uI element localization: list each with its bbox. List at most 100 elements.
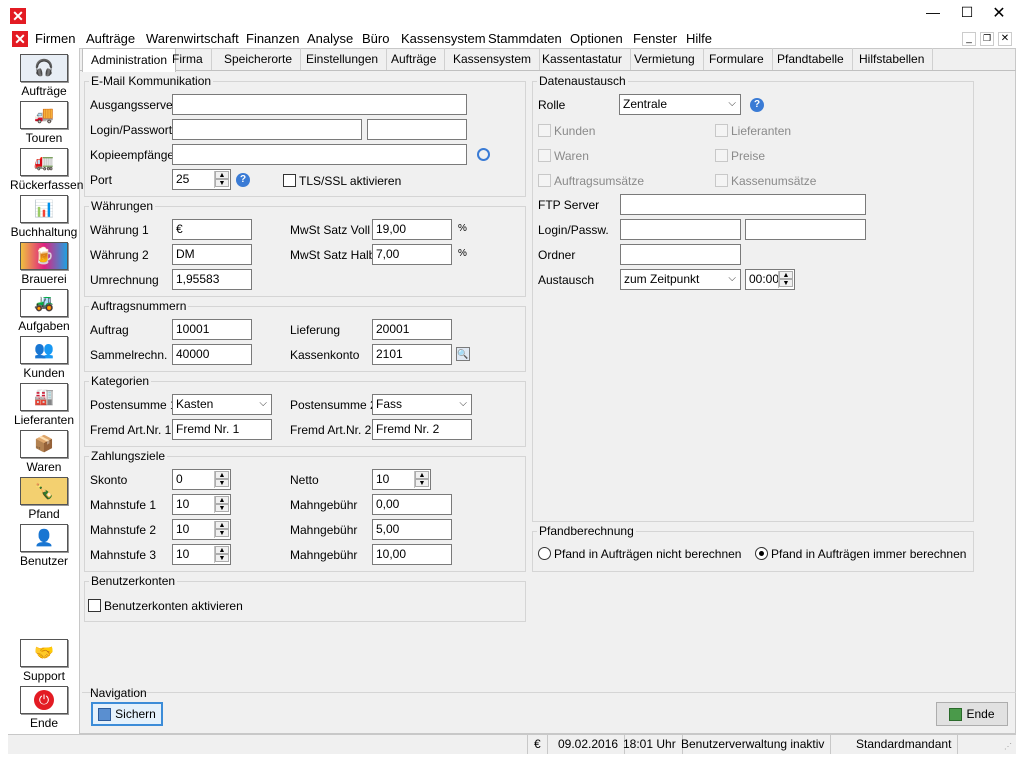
netto-stepper-arrows[interactable]: ▲ ▼ xyxy=(414,471,429,488)
tab-auftraege[interactable]: Aufträge xyxy=(383,48,446,70)
till-sales-checkbox[interactable] xyxy=(715,174,728,187)
foreign1-input[interactable]: Fremd Nr. 1 xyxy=(172,419,272,440)
tab-kassensystem[interactable]: Kassensystem xyxy=(445,48,541,70)
sidebar-item-waren[interactable]: 📦 Waren xyxy=(10,430,78,476)
ftp-password-input[interactable] xyxy=(745,219,866,240)
menu-item-kassensystem[interactable]: Kassensystem xyxy=(401,31,486,46)
sidebar-item-ende[interactable]: ⏻ Ende xyxy=(10,686,78,732)
server-input[interactable] xyxy=(172,94,467,115)
port-stepper[interactable]: 25 ▲ ▼ xyxy=(172,169,231,190)
fee2-input[interactable]: 5,00 xyxy=(372,519,452,540)
arrow-down-icon[interactable]: ▼ xyxy=(215,504,229,512)
dun2-stepper-arrows[interactable]: ▲ ▼ xyxy=(214,521,229,538)
tab-einstellungen[interactable]: Einstellungen xyxy=(298,48,388,70)
sidebar-item-kunden[interactable]: 👥 Kunden xyxy=(10,336,78,382)
fee3-input[interactable]: 10,00 xyxy=(372,544,452,565)
arrow-up-icon[interactable]: ▲ xyxy=(779,271,793,279)
password-input[interactable] xyxy=(367,119,467,140)
end-button[interactable]: Ende xyxy=(936,702,1008,726)
circle-status-icon[interactable] xyxy=(477,148,490,161)
vat-full-input[interactable]: 19,00 xyxy=(372,219,452,240)
help-icon[interactable]: ? xyxy=(750,98,764,112)
customers-checkbox[interactable] xyxy=(538,124,551,137)
till-input[interactable]: 2101 xyxy=(372,344,452,365)
sidebar-item-buchhaltung[interactable]: 📊 Buchhaltung xyxy=(10,195,78,241)
role-select[interactable]: Zentrale ⌵ xyxy=(619,94,741,115)
tab-hilfstabellen[interactable]: Hilfstabellen xyxy=(851,48,934,70)
mdi-minimize-button[interactable]: _ xyxy=(962,32,976,46)
help-icon[interactable]: ? xyxy=(236,173,250,187)
sidebar-item-rueckerfassen[interactable]: 🚛 Rückerfassen xyxy=(10,148,83,194)
netto-stepper[interactable]: 10 ▲ ▼ xyxy=(372,469,431,490)
arrow-down-icon[interactable]: ▼ xyxy=(779,279,793,287)
arrow-down-icon[interactable]: ▼ xyxy=(215,179,229,187)
arrow-up-icon[interactable]: ▲ xyxy=(215,521,229,529)
arrow-up-icon[interactable]: ▲ xyxy=(215,496,229,504)
menu-item-hilfe[interactable]: Hilfe xyxy=(686,31,712,46)
tab-formulare[interactable]: Formulare xyxy=(701,48,773,70)
arrow-down-icon[interactable]: ▼ xyxy=(215,554,229,562)
menu-item-stammdaten[interactable]: Stammdaten xyxy=(488,31,562,46)
port-stepper-arrows[interactable]: ▲ ▼ xyxy=(214,171,229,188)
skonto-stepper[interactable]: 0 ▲ ▼ xyxy=(172,469,231,490)
arrow-down-icon[interactable]: ▼ xyxy=(215,479,229,487)
menu-item-fenster[interactable]: Fenster xyxy=(633,31,677,46)
folder-input[interactable] xyxy=(620,244,741,265)
sidebar-item-brauerei[interactable]: 🍺 Brauerei xyxy=(10,242,78,288)
sidebar-item-benutzer[interactable]: 👤 Benutzer xyxy=(10,524,78,570)
ftp-login-input[interactable] xyxy=(620,219,741,240)
arrow-up-icon[interactable]: ▲ xyxy=(215,171,229,179)
lookup-icon[interactable]: 🔍 xyxy=(456,347,470,361)
tab-pfandtabelle[interactable]: Pfandtabelle xyxy=(769,48,853,70)
cc-input[interactable] xyxy=(172,144,467,165)
menu-item-warenwirtschaft[interactable]: Warenwirtschaft xyxy=(146,31,239,46)
sidebar-item-lieferanten[interactable]: 🏭 Lieferanten xyxy=(10,383,78,429)
order-input[interactable]: 10001 xyxy=(172,319,252,340)
dun3-stepper-arrows[interactable]: ▲ ▼ xyxy=(214,546,229,563)
deposit-no-radio[interactable] xyxy=(538,547,551,560)
collect-input[interactable]: 40000 xyxy=(172,344,252,365)
save-button[interactable]: Sichern xyxy=(91,702,163,726)
dun3-stepper[interactable]: 10 ▲ ▼ xyxy=(172,544,231,565)
dun2-stepper[interactable]: 10 ▲ ▼ xyxy=(172,519,231,540)
prices-checkbox[interactable] xyxy=(715,149,728,162)
close-window-button[interactable]: ✕ xyxy=(986,3,1012,25)
sidebar-item-pfand[interactable]: 🍾 Pfand xyxy=(10,477,78,523)
sidebar-item-auftraege[interactable]: 🎧 Aufträge xyxy=(10,54,78,100)
menu-item-finanzen[interactable]: Finanzen xyxy=(246,31,299,46)
sidebar-item-support[interactable]: 🤝 Support xyxy=(10,639,78,685)
arrow-up-icon[interactable]: ▲ xyxy=(215,471,229,479)
sidebar-item-aufgaben[interactable]: 🚜 Aufgaben xyxy=(10,289,78,335)
tab-vermietung[interactable]: Vermietung xyxy=(626,48,704,70)
conv-input[interactable]: 1,95583 xyxy=(172,269,252,290)
login-input[interactable] xyxy=(172,119,362,140)
ftp-input[interactable] xyxy=(620,194,866,215)
minimize-button[interactable]: — xyxy=(920,4,946,26)
resize-grip-icon[interactable]: ⋰ xyxy=(1004,742,1014,752)
vat-half-input[interactable]: 7,00 xyxy=(372,244,452,265)
arrow-up-icon[interactable]: ▲ xyxy=(215,546,229,554)
menu-item-firmen[interactable]: Firmen xyxy=(35,31,75,46)
maximize-button[interactable]: ☐ xyxy=(954,4,980,26)
menu-item-auftraege[interactable]: Aufträge xyxy=(86,31,135,46)
menu-item-optionen[interactable]: Optionen xyxy=(570,31,623,46)
w1-input[interactable]: € xyxy=(172,219,252,240)
sidebar-item-touren[interactable]: 🚚 Touren xyxy=(10,101,78,147)
skonto-stepper-arrows[interactable]: ▲ ▼ xyxy=(214,471,229,488)
tab-firma[interactable]: Firma xyxy=(164,48,212,70)
foreign2-input[interactable]: Fremd Nr. 2 xyxy=(372,419,472,440)
delivery-input[interactable]: 20001 xyxy=(372,319,452,340)
arrow-down-icon[interactable]: ▼ xyxy=(415,479,429,487)
arrow-down-icon[interactable]: ▼ xyxy=(215,529,229,537)
mdi-close-button[interactable]: ✕ xyxy=(998,32,1012,46)
arrow-up-icon[interactable]: ▲ xyxy=(415,471,429,479)
fee1-input[interactable]: 0,00 xyxy=(372,494,452,515)
deposit-yes-radio[interactable] xyxy=(755,547,768,560)
tab-kassentastatur[interactable]: Kassentastatur xyxy=(534,48,632,70)
menu-item-buero[interactable]: Büro xyxy=(362,31,389,46)
tab-speicherorte[interactable]: Speicherorte xyxy=(216,48,302,70)
goods-checkbox[interactable] xyxy=(538,149,551,162)
users-enable-checkbox[interactable] xyxy=(88,599,101,612)
mode-select[interactable]: zum Zeitpunkt ⌵ xyxy=(620,269,741,290)
suppliers-checkbox[interactable] xyxy=(715,124,728,137)
